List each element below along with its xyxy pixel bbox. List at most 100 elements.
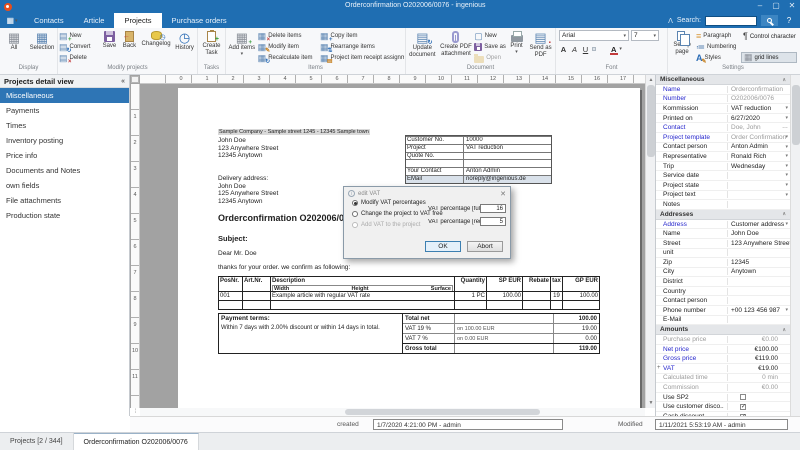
bottom-tab[interactable]: Projects [2 / 344] <box>0 433 74 450</box>
sidebar-item[interactable]: Inventory posting <box>0 133 129 148</box>
panel-row[interactable]: Notes <box>656 200 790 210</box>
row-control-icon[interactable] <box>785 172 788 178</box>
align-center-button[interactable] <box>598 48 600 50</box>
panel-row[interactable]: Project templateOrder Confirmation <box>656 133 790 143</box>
document-open-button[interactable]: Open <box>474 53 506 63</box>
panel-row[interactable]: District <box>656 277 790 287</box>
panel-row[interactable]: E-Mail <box>656 316 790 326</box>
scroll-thumb[interactable] <box>647 85 655 157</box>
recalculate-item-button[interactable]: ▦↻Recalculate item <box>258 53 319 63</box>
panel-row[interactable]: NameJohn Doe <box>656 229 790 239</box>
ok-button[interactable]: OK <box>425 241 461 252</box>
styles-button[interactable]: A✎Styles <box>696 53 740 63</box>
collapse-ribbon-icon[interactable]: ᐱ <box>668 17 673 25</box>
panel-row[interactable]: KommissionVAT reduction <box>656 104 790 114</box>
delete-items-button[interactable]: ▦×Delete items <box>258 31 319 41</box>
align-right-button[interactable] <box>602 48 604 50</box>
close-icon[interactable]: ✕ <box>500 190 506 198</box>
scroll-down-icon[interactable]: ▼ <box>647 399 655 407</box>
row-control-icon[interactable] <box>785 115 788 121</box>
add-items-button[interactable]: ▦+Add items▾ <box>227 30 257 64</box>
panel-row[interactable]: unit <box>656 249 790 259</box>
bottom-tab[interactable]: Orderconfirmation O202006/0076 <box>74 433 199 450</box>
panel-row[interactable]: Service date <box>656 171 790 181</box>
row-control-icon[interactable] <box>785 163 788 169</box>
section-header[interactable]: Miscellaneous∧ <box>656 75 790 85</box>
scroll-up-icon[interactable]: ▲ <box>647 76 655 84</box>
panel-row[interactable]: Contact personAnton Admin <box>656 143 790 153</box>
update-document-button[interactable]: ▤↻Update document <box>407 30 438 64</box>
panel-row[interactable]: VAT€19.00 <box>656 364 790 374</box>
save-button[interactable]: Save <box>100 30 119 64</box>
sidebar-item[interactable]: Documents and Notes <box>0 163 129 178</box>
row-control-icon[interactable] <box>785 153 788 159</box>
modified-value[interactable]: 1/11/2021 5:53:19 AM - admin <box>655 419 788 430</box>
row-control-icon[interactable] <box>785 105 788 111</box>
panel-row[interactable]: Printed on6/27/2020 <box>656 114 790 124</box>
bold-button[interactable]: A <box>559 44 568 54</box>
sidebar-item[interactable]: Times <box>0 118 129 133</box>
align-left-button[interactable] <box>592 47 596 51</box>
close-button[interactable]: ✕ <box>784 0 800 13</box>
section-header[interactable]: Amounts∧ <box>656 325 790 335</box>
search-button[interactable] <box>761 15 778 26</box>
paragraph-button[interactable]: ≡Paragraph <box>696 31 740 41</box>
setup-page-button[interactable]: Set up page <box>669 30 695 64</box>
control-character-button[interactable]: ¶Control character <box>741 31 797 42</box>
row-control-icon[interactable] <box>785 221 788 227</box>
copy-item-button[interactable]: ▦+Copy item <box>320 31 404 41</box>
row-control-icon[interactable] <box>785 134 788 140</box>
document-horizontal-scrollbar[interactable] <box>140 408 645 416</box>
display-all-button[interactable]: ▦All <box>1 30 27 64</box>
panel-scrollbar[interactable] <box>790 75 800 416</box>
panel-row[interactable]: CityAnytown <box>656 268 790 278</box>
history-button[interactable]: ◷History <box>173 30 196 64</box>
font-size-select[interactable]: 7▾ <box>631 30 659 41</box>
vat-input[interactable]: 5 <box>480 217 506 226</box>
changelog-button[interactable]: Changelog <box>140 30 172 64</box>
delete-project-button[interactable]: ▤×Delete <box>59 53 99 63</box>
collapse-sidebar-icon[interactable]: « <box>121 78 125 85</box>
panel-row[interactable]: Net price€100.00 <box>656 345 790 355</box>
panel-row[interactable]: NameOrderconfirmation <box>656 85 790 95</box>
minimize-button[interactable]: – <box>752 0 768 13</box>
panel-row[interactable]: RepresentativeRonald Rich <box>656 152 790 162</box>
row-control-icon[interactable] <box>785 144 788 150</box>
panel-row[interactable]: Street123 Anywhere Street <box>656 239 790 249</box>
panel-row[interactable]: Project text <box>656 191 790 201</box>
panel-row[interactable]: Commission€0.00 <box>656 383 790 393</box>
panel-row[interactable]: TripWednesday <box>656 162 790 172</box>
ribbon-tab[interactable]: Purchase orders <box>162 13 237 28</box>
row-control-icon[interactable] <box>782 124 788 130</box>
row-control-icon[interactable] <box>740 404 746 410</box>
create-task-button[interactable]: Create Task <box>199 30 224 64</box>
sidebar-item[interactable]: Payments <box>0 103 129 118</box>
row-control-icon[interactable] <box>785 307 788 313</box>
sidebar-item[interactable]: File attachments <box>0 193 129 208</box>
panel-row[interactable]: Purchase price€0.00 <box>656 335 790 345</box>
rearrange-items-button[interactable]: ▦⇅Rearrange items <box>320 42 404 52</box>
sidebar-item[interactable]: own fields <box>0 178 129 193</box>
panel-row[interactable]: Contact person <box>656 296 790 306</box>
grid-lines-button[interactable]: ▦grid lines <box>741 52 797 63</box>
row-control-icon[interactable] <box>785 182 788 188</box>
document-new-button[interactable]: ▢New <box>474 31 506 41</box>
sidebar-item[interactable]: Miscellaneous <box>0 88 129 103</box>
ribbon-tab[interactable]: Article <box>74 13 115 28</box>
font-family-select[interactable]: Arial▾ <box>559 30 629 41</box>
row-control-icon[interactable] <box>785 192 788 198</box>
search-input[interactable] <box>705 16 757 26</box>
font-color-button[interactable]: A <box>610 45 617 54</box>
panel-row[interactable]: Phone number+00 123 456 987 <box>656 306 790 316</box>
underline-button[interactable]: U <box>581 44 590 54</box>
align-justify-button[interactable] <box>606 48 608 50</box>
panel-row[interactable]: Use SP2 <box>656 393 790 403</box>
display-selection-button[interactable]: ▦Selection <box>28 30 56 64</box>
abort-button[interactable]: Abort <box>467 241 503 252</box>
sidebar-item[interactable]: Price info <box>0 148 129 163</box>
row-control-icon[interactable] <box>740 394 746 400</box>
print-button[interactable]: Print▾ <box>507 30 526 64</box>
sidebar-item[interactable]: Production state <box>0 208 129 223</box>
section-header[interactable]: Addresses∧ <box>656 210 790 220</box>
send-as-pdf-button[interactable]: ▤▪Send as PDF <box>527 30 554 64</box>
